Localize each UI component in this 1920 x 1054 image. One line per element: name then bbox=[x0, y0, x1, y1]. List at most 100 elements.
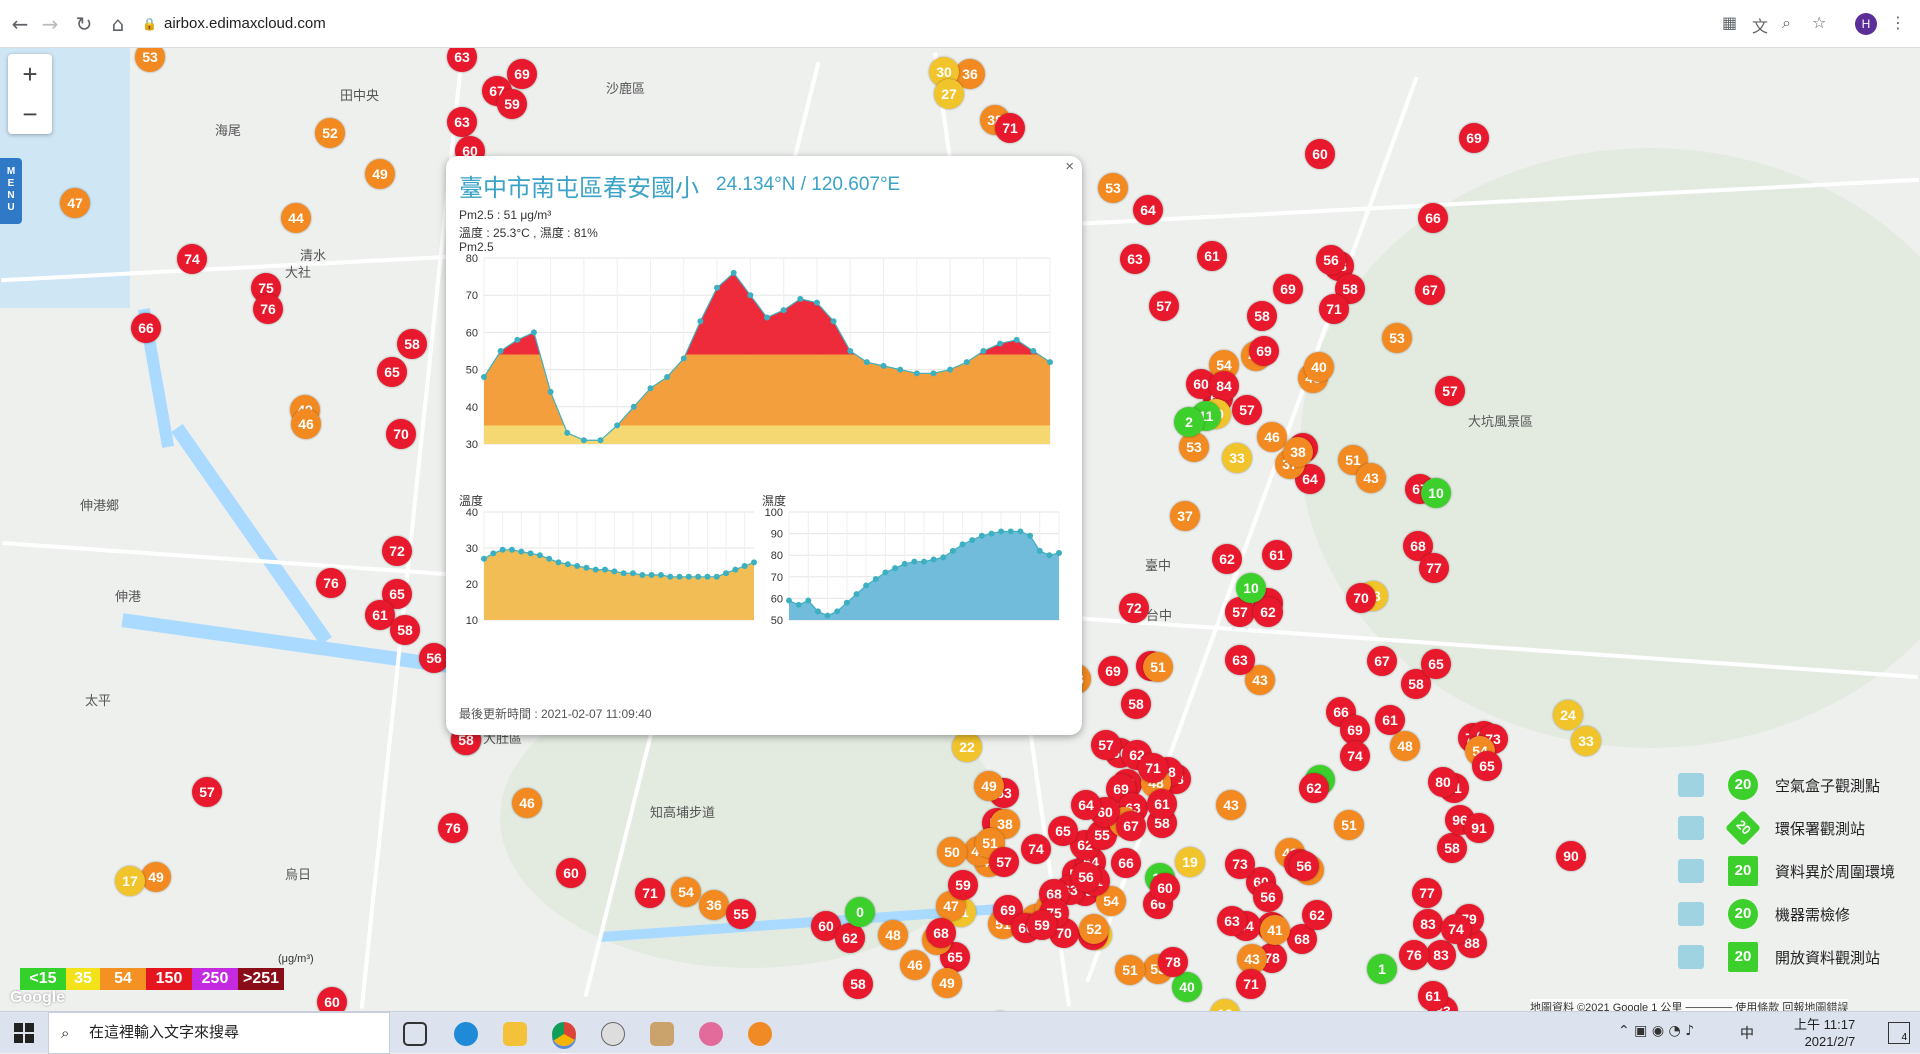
air-quality-marker[interactable]: 65 bbox=[1048, 816, 1078, 846]
air-quality-marker[interactable]: 68 bbox=[926, 918, 956, 948]
air-quality-marker[interactable]: 37 bbox=[1170, 501, 1200, 531]
air-quality-marker[interactable]: 56 bbox=[1316, 245, 1346, 275]
air-quality-marker[interactable]: 67 bbox=[1116, 811, 1146, 841]
air-quality-marker[interactable]: 66 bbox=[1111, 848, 1141, 878]
air-quality-marker[interactable]: 24 bbox=[1553, 700, 1583, 730]
apps-icon[interactable]: ▦ bbox=[1722, 13, 1737, 32]
air-quality-marker[interactable]: 70 bbox=[1346, 583, 1376, 613]
air-quality-marker[interactable]: 49 bbox=[365, 159, 395, 189]
air-quality-marker[interactable]: 84 bbox=[1209, 371, 1239, 401]
app-icon-2[interactable] bbox=[650, 1022, 674, 1046]
air-quality-marker[interactable]: 57 bbox=[192, 777, 222, 807]
air-quality-marker[interactable]: 61 bbox=[1197, 241, 1227, 271]
air-quality-marker[interactable]: 63 bbox=[447, 107, 477, 137]
air-quality-marker[interactable]: 64 bbox=[1071, 790, 1101, 820]
air-quality-marker[interactable]: 48 bbox=[1390, 731, 1420, 761]
air-quality-marker[interactable]: 76 bbox=[316, 568, 346, 598]
air-quality-marker[interactable]: 1 bbox=[1367, 954, 1397, 984]
air-quality-marker[interactable]: 51 bbox=[1143, 652, 1173, 682]
forward-icon[interactable]: → bbox=[38, 12, 62, 36]
air-quality-marker[interactable]: 64 bbox=[1133, 195, 1163, 225]
chrome-icon[interactable] bbox=[552, 1022, 576, 1046]
air-quality-marker[interactable]: 27 bbox=[934, 79, 964, 109]
profile-avatar[interactable]: H bbox=[1855, 13, 1877, 35]
air-quality-marker[interactable]: 38 bbox=[1283, 437, 1313, 467]
air-quality-marker[interactable]: 66 bbox=[1418, 203, 1448, 233]
air-quality-marker[interactable]: 41 bbox=[1260, 915, 1290, 945]
air-quality-marker[interactable]: 22 bbox=[952, 732, 982, 762]
air-quality-marker[interactable]: 56 bbox=[419, 643, 449, 673]
address-bar[interactable]: 🔒 airbox.edimaxcloud.com bbox=[142, 9, 1742, 39]
air-quality-marker[interactable]: 50 bbox=[937, 837, 967, 867]
air-quality-marker[interactable]: 63 bbox=[447, 48, 477, 72]
windows-start-icon[interactable] bbox=[14, 1023, 34, 1043]
air-quality-marker[interactable]: 52 bbox=[1079, 914, 1109, 944]
air-quality-marker[interactable]: 90 bbox=[1556, 841, 1586, 871]
air-quality-marker[interactable]: 33 bbox=[1222, 443, 1252, 473]
air-quality-marker[interactable]: 60 bbox=[1150, 873, 1180, 903]
air-quality-marker[interactable]: 72 bbox=[382, 536, 412, 566]
air-quality-marker[interactable]: 63 bbox=[1225, 645, 1255, 675]
air-quality-marker[interactable]: 70 bbox=[386, 419, 416, 449]
air-quality-marker[interactable]: 73 bbox=[1225, 849, 1255, 879]
air-quality-marker[interactable]: 60 bbox=[556, 858, 586, 888]
air-quality-marker[interactable]: 56 bbox=[1071, 862, 1101, 892]
air-quality-marker[interactable]: 78 bbox=[1158, 947, 1188, 977]
air-quality-marker[interactable]: 69 bbox=[1273, 274, 1303, 304]
air-quality-marker[interactable]: 58 bbox=[1437, 833, 1467, 863]
close-popup-button[interactable]: × bbox=[1065, 158, 1074, 175]
air-quality-marker[interactable]: 69 bbox=[1249, 336, 1279, 366]
translate-icon[interactable]: 文 bbox=[1752, 13, 1768, 37]
zoom-in-button[interactable]: + bbox=[8, 54, 52, 94]
air-quality-marker[interactable]: 65 bbox=[1421, 649, 1451, 679]
air-quality-marker[interactable]: 62 bbox=[1302, 900, 1332, 930]
air-quality-marker[interactable]: 17 bbox=[115, 866, 145, 896]
file-explorer-icon[interactable] bbox=[503, 1022, 527, 1046]
air-quality-marker[interactable]: 63 bbox=[1120, 244, 1150, 274]
air-quality-marker[interactable]: 80 bbox=[1428, 767, 1458, 797]
air-quality-marker[interactable]: 58 bbox=[1121, 689, 1151, 719]
air-quality-marker[interactable]: 48 bbox=[878, 920, 908, 950]
air-quality-marker[interactable]: 60 bbox=[317, 987, 347, 1011]
air-quality-marker[interactable]: 36 bbox=[699, 890, 729, 920]
system-clock[interactable]: 上午 11:17 2021/2/7 bbox=[1794, 1016, 1855, 1050]
taskbar-search-input[interactable]: ⌕ 在這裡輸入文字來搜尋 bbox=[48, 1012, 390, 1054]
air-quality-marker[interactable]: 56 bbox=[1253, 882, 1283, 912]
task-view-icon[interactable] bbox=[403, 1022, 427, 1046]
air-quality-marker[interactable]: 58 bbox=[397, 329, 427, 359]
air-quality-marker[interactable]: 49 bbox=[932, 968, 962, 998]
ime-indicator[interactable]: 中 bbox=[1740, 1023, 1754, 1043]
air-quality-marker[interactable]: 91 bbox=[1464, 813, 1494, 843]
air-quality-marker[interactable]: 51 bbox=[1115, 955, 1145, 985]
zoom-icon[interactable]: ⌕ bbox=[1782, 13, 1791, 33]
air-quality-marker[interactable]: 47 bbox=[60, 188, 90, 218]
air-quality-marker[interactable]: 54 bbox=[671, 877, 701, 907]
air-quality-marker[interactable]: 43 bbox=[1216, 790, 1246, 820]
air-quality-marker[interactable]: 33 bbox=[1571, 726, 1601, 756]
air-quality-marker[interactable]: 83 bbox=[1413, 909, 1443, 939]
air-quality-marker[interactable]: 56 bbox=[1289, 851, 1319, 881]
air-quality-marker[interactable]: 10 bbox=[1236, 573, 1266, 603]
air-quality-marker[interactable]: 43 bbox=[1356, 463, 1386, 493]
air-quality-marker[interactable]: 53 bbox=[1098, 173, 1128, 203]
air-quality-marker[interactable]: 57 bbox=[1232, 395, 1262, 425]
air-quality-marker[interactable]: 44 bbox=[281, 203, 311, 233]
air-quality-marker[interactable]: 65 bbox=[377, 357, 407, 387]
air-quality-marker[interactable]: 61 bbox=[1147, 789, 1177, 819]
air-quality-marker[interactable]: 19 bbox=[1175, 847, 1205, 877]
air-quality-marker[interactable]: 69 bbox=[1098, 656, 1128, 686]
air-quality-marker[interactable]: 46 bbox=[291, 409, 321, 439]
air-quality-marker[interactable]: 62 bbox=[1212, 544, 1242, 574]
edge-browser-icon[interactable] bbox=[454, 1022, 478, 1046]
air-quality-marker[interactable]: 74 bbox=[177, 244, 207, 274]
blender-icon[interactable] bbox=[748, 1022, 772, 1046]
air-quality-marker[interactable]: 67 bbox=[1367, 646, 1397, 676]
home-icon[interactable]: ⌂ bbox=[106, 12, 130, 36]
air-quality-marker[interactable]: 71 bbox=[995, 113, 1025, 143]
air-quality-marker[interactable]: 46 bbox=[900, 950, 930, 980]
air-quality-marker[interactable]: 61 bbox=[1262, 540, 1292, 570]
air-quality-marker[interactable]: 58 bbox=[843, 969, 873, 999]
air-quality-marker[interactable]: 40 bbox=[1304, 352, 1334, 382]
map-copyright[interactable]: 地圖資料 ©2021 Google 1 公里 ────── 使用條款 回報地圖錯… bbox=[1530, 999, 1849, 1011]
air-quality-marker[interactable]: 51 bbox=[1334, 810, 1364, 840]
